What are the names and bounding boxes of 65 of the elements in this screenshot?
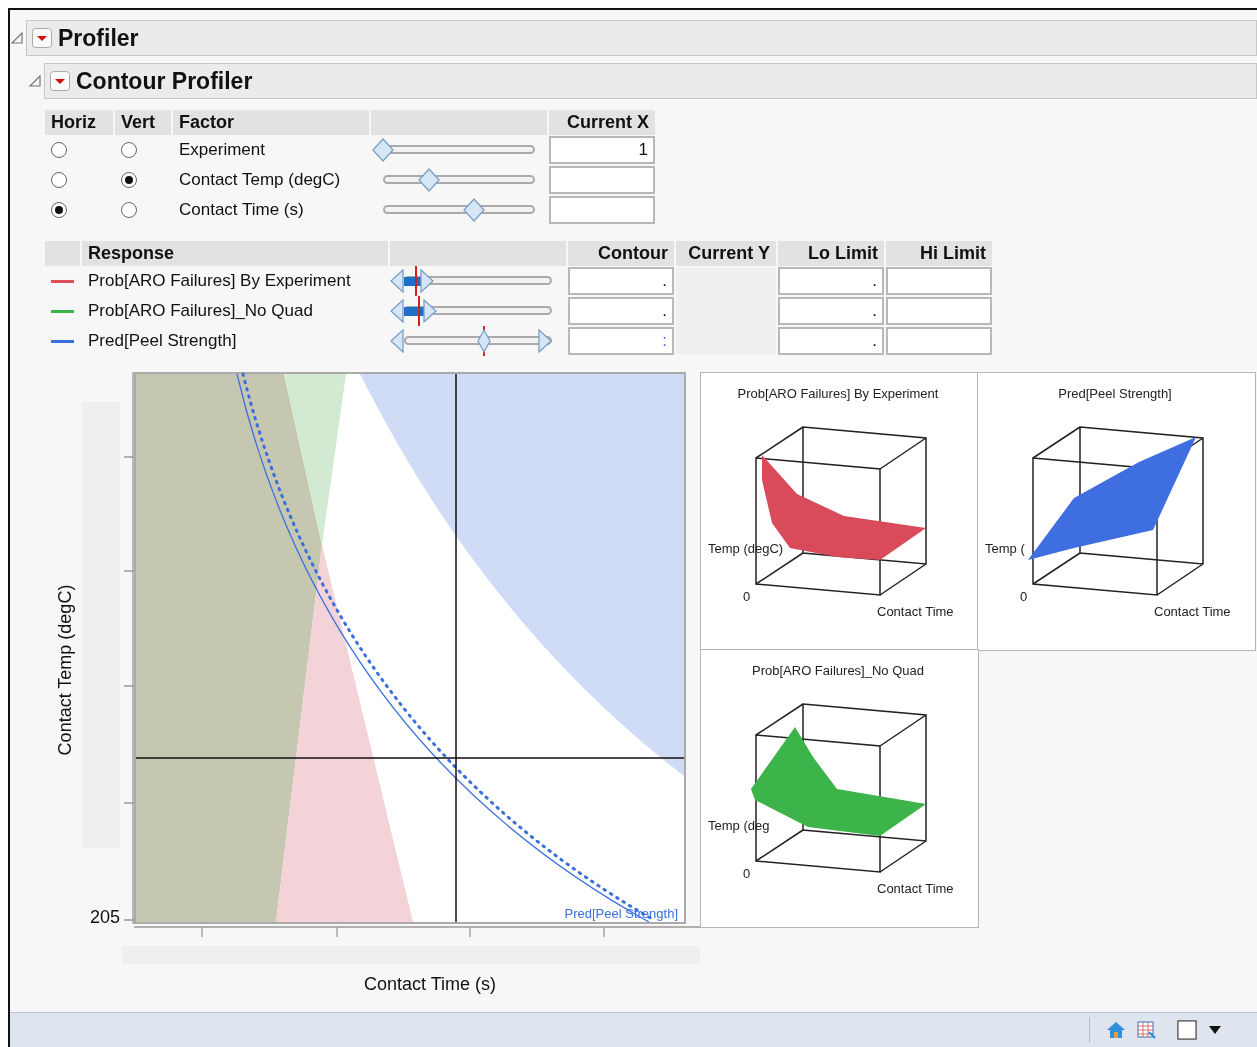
outline-title: Contour Profiler	[76, 67, 253, 95]
radio-button[interactable]	[51, 142, 67, 158]
value-field[interactable]: 1	[549, 136, 655, 164]
radio-button[interactable]	[51, 172, 67, 188]
column-header: Response	[82, 241, 388, 266]
limit-field[interactable]: .	[778, 327, 884, 355]
axis-label: Contact Time	[877, 881, 954, 896]
column-header: Contour	[568, 241, 674, 266]
column-header: Current X	[549, 110, 655, 135]
response-name: Pred[Peel Strength]	[88, 331, 237, 351]
factor-name: Contact Time (s)	[179, 200, 304, 220]
square-icon[interactable]	[1176, 1020, 1198, 1040]
home-icon[interactable]	[1106, 1020, 1126, 1040]
column-header: Current Y	[676, 241, 776, 266]
limit-field[interactable]: .	[778, 267, 884, 295]
plot-title: Pred[Peel Strength]	[1058, 386, 1172, 401]
slider-thumb[interactable]	[417, 168, 440, 192]
factor-name: Experiment	[179, 140, 265, 160]
column-header: Hi Limit	[886, 241, 992, 266]
axis-label: Temp (	[985, 541, 1025, 556]
slider-thumb[interactable]	[372, 138, 394, 162]
radio-button[interactable]	[121, 172, 137, 188]
axis-label: Contact Time	[877, 604, 954, 619]
limit-field[interactable]	[886, 327, 992, 355]
response-name: Prob[ARO Failures] By Experiment	[88, 271, 351, 291]
column-header: Factor	[173, 110, 369, 135]
hi-handle[interactable]	[538, 329, 552, 353]
dropdown-icon[interactable]	[32, 28, 52, 48]
response-name: Prob[ARO Failures]_No Quad	[88, 301, 313, 321]
lo-handle[interactable]	[390, 269, 404, 293]
limit-field[interactable]	[886, 297, 992, 325]
contour-handle[interactable]	[420, 269, 434, 293]
disclosure-icon[interactable]	[28, 74, 42, 88]
axis-label: Contact Time (s)	[364, 974, 496, 995]
column-header: Horiz	[45, 110, 113, 135]
contour-handle[interactable]	[423, 299, 437, 323]
contour-field[interactable]: .	[568, 297, 674, 325]
tick-label: 0	[743, 589, 751, 604]
value-field[interactable]	[549, 166, 655, 194]
value-field[interactable]	[549, 196, 655, 224]
outline-title: Profiler	[58, 24, 139, 52]
disclosure-icon[interactable]	[10, 31, 24, 45]
contour-field[interactable]: .	[568, 267, 674, 295]
data-table-icon[interactable]	[1136, 1020, 1156, 1040]
axis-label: Contact Temp (degC)	[54, 584, 76, 756]
radio-button[interactable]	[121, 142, 137, 158]
radio-button[interactable]	[51, 202, 67, 218]
limit-field[interactable]: .	[778, 297, 884, 325]
column-header: Vert	[115, 110, 171, 135]
lo-handle[interactable]	[390, 329, 404, 353]
dropdown-icon[interactable]	[50, 71, 70, 91]
tick-label: 0	[1020, 589, 1028, 604]
lo-handle[interactable]	[390, 299, 404, 323]
plot-title: Prob[ARO Failures]_No Quad	[752, 663, 924, 678]
tick-label: 205	[89, 908, 120, 926]
plot-title: Prob[ARO Failures] By Experiment	[737, 386, 939, 401]
factor-name: Contact Temp (degC)	[179, 170, 341, 190]
slider-thumb[interactable]	[463, 198, 486, 222]
contour-field[interactable]: :	[568, 327, 674, 355]
tick-label: 0	[743, 866, 751, 881]
limit-field[interactable]	[886, 267, 992, 295]
radio-button[interactable]	[121, 202, 137, 218]
axis-label: Contact Time	[1154, 604, 1231, 619]
contour-handle[interactable]	[476, 329, 491, 353]
column-header: Lo Limit	[778, 241, 884, 266]
